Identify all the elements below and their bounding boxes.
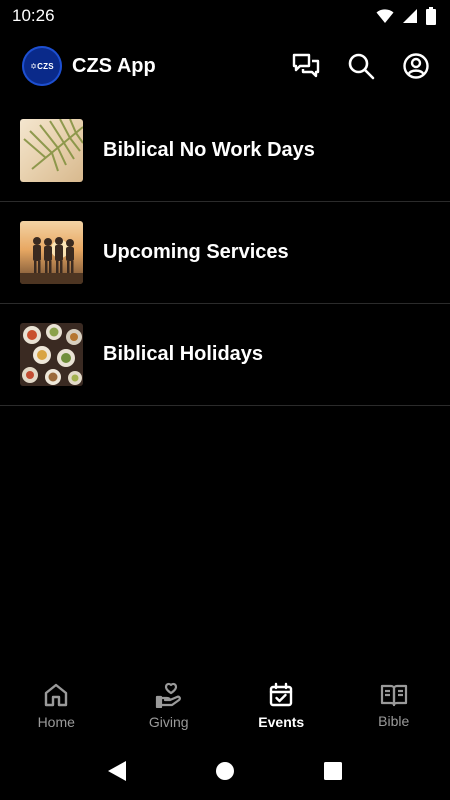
battery-icon xyxy=(426,7,436,25)
food-table-image xyxy=(20,323,83,386)
system-nav-bar xyxy=(0,742,450,800)
people-silhouette-illustration xyxy=(20,237,83,284)
recents-square-icon[interactable] xyxy=(323,761,343,781)
status-icons xyxy=(376,7,436,25)
nav-label-home: Home xyxy=(37,714,75,730)
home-icon xyxy=(45,683,68,707)
list-item[interactable]: Upcoming Services xyxy=(0,202,450,304)
nav-item-home[interactable]: Home xyxy=(0,670,113,742)
header-actions xyxy=(290,50,432,82)
event-label: Biblical Holidays xyxy=(103,343,264,365)
palm-leaf-illustration xyxy=(23,119,83,172)
search-button[interactable] xyxy=(345,50,377,82)
people-sunset-image xyxy=(20,221,83,284)
signal-icon xyxy=(403,9,417,23)
list-item[interactable]: Biblical No Work Days xyxy=(0,100,450,202)
nav-label-events: Events xyxy=(258,714,305,730)
app-title: CZS App xyxy=(72,54,156,77)
nav-item-events[interactable]: Events xyxy=(225,670,338,742)
nav-item-giving[interactable]: Giving xyxy=(113,670,226,742)
status-bar: 10:26 xyxy=(0,0,450,32)
nav-item-bible[interactable]: Bible xyxy=(338,670,450,742)
nav-label-giving: Giving xyxy=(148,714,189,730)
list-item[interactable]: Biblical Holidays xyxy=(0,304,450,406)
logo-text: ✡CZS xyxy=(30,61,54,71)
book-icon xyxy=(380,684,407,707)
app-logo[interactable]: ✡CZS xyxy=(22,46,62,86)
chat-button[interactable] xyxy=(290,50,322,82)
palm-leaf-image xyxy=(20,119,83,182)
search-icon xyxy=(348,53,375,80)
event-list: Biblical No Work Days Upcoming Services xyxy=(0,100,450,406)
event-label: Upcoming Services xyxy=(103,241,289,263)
account-icon xyxy=(403,53,429,79)
account-button[interactable] xyxy=(400,50,432,82)
wifi-icon xyxy=(376,9,394,23)
chat-icon xyxy=(292,53,320,78)
back-icon[interactable] xyxy=(107,760,127,782)
status-time: 10:26 xyxy=(12,6,55,25)
nav-label-bible: Bible xyxy=(378,713,410,729)
giving-hand-icon xyxy=(155,682,181,708)
home-circle-icon[interactable] xyxy=(215,761,235,781)
calendar-check-icon xyxy=(270,682,293,707)
food-plates-illustration xyxy=(22,324,82,385)
app-header: ✡CZS CZS App xyxy=(0,40,450,92)
bottom-nav: Home Giving Events Bible xyxy=(0,670,450,742)
event-label: Biblical No Work Days xyxy=(103,139,315,161)
